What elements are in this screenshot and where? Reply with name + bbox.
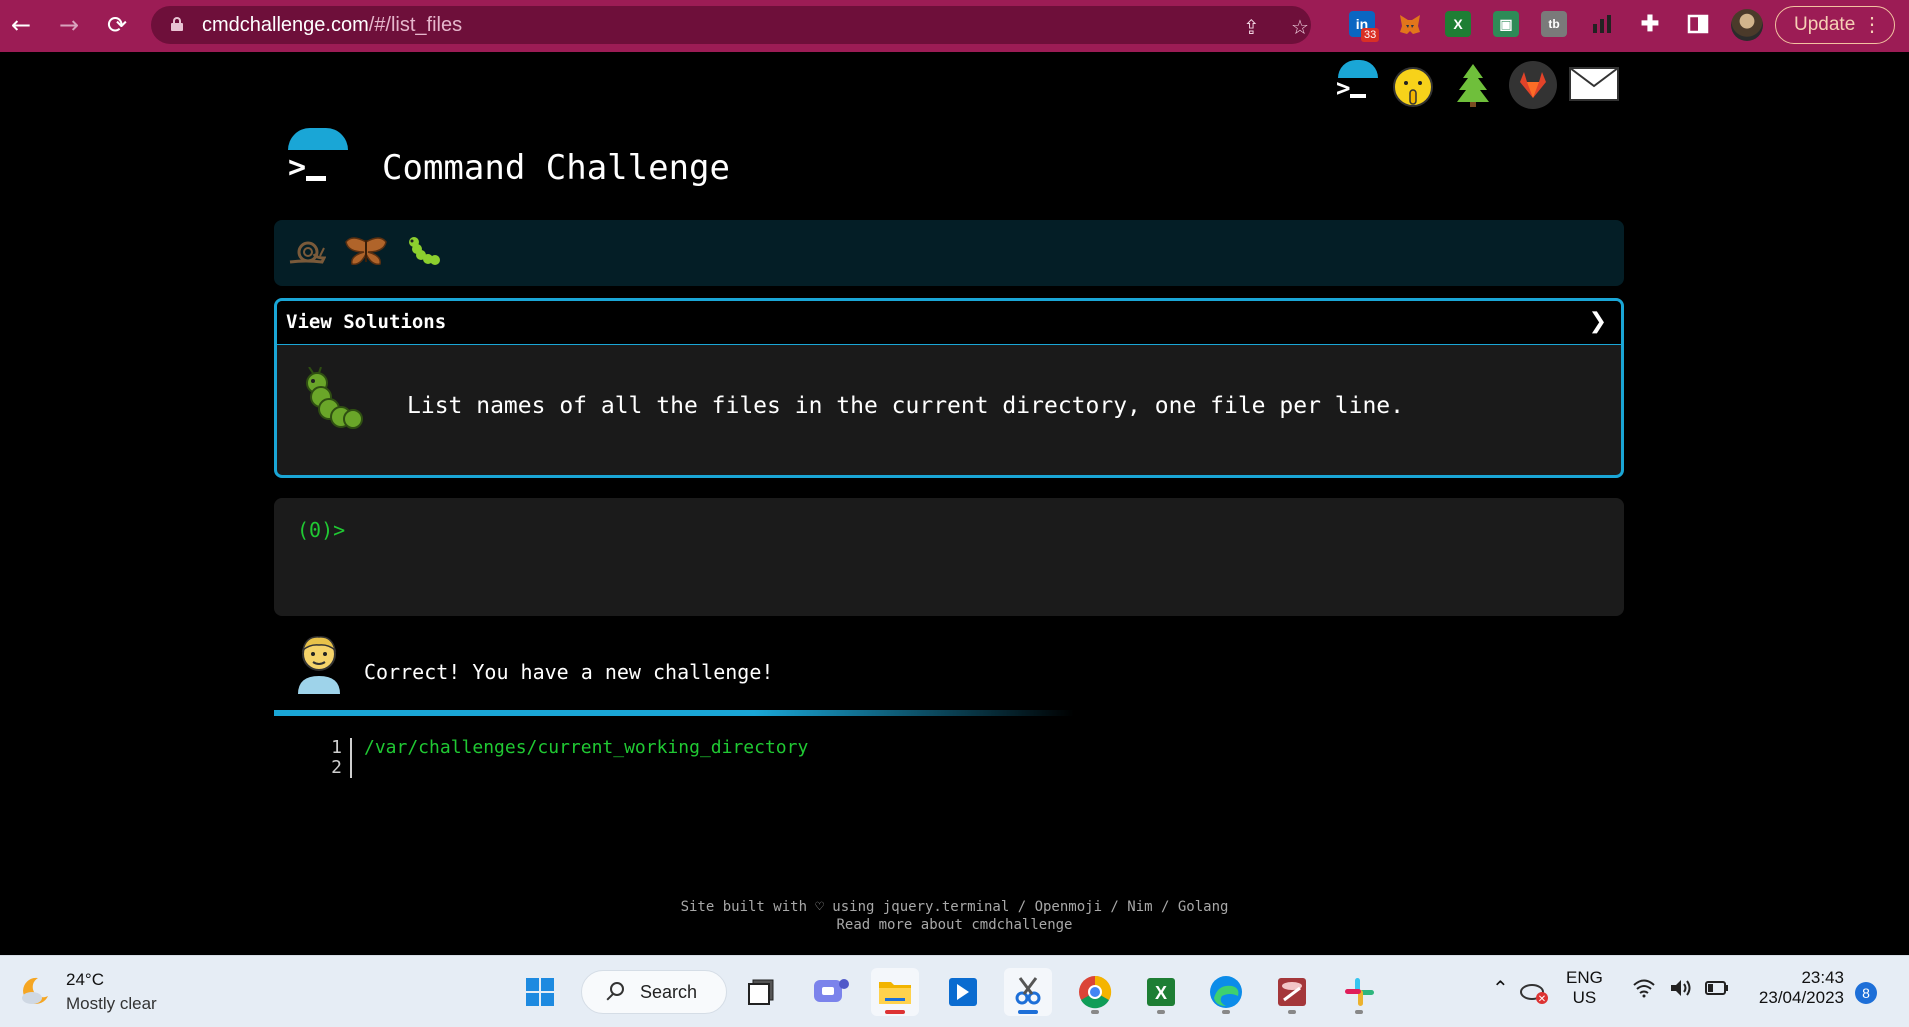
clock-time: 23:43 xyxy=(1801,968,1844,987)
cmdchallenge-icon[interactable]: > xyxy=(1330,58,1386,108)
output-line: 1 /var/challenges/current_working_direct… xyxy=(320,737,808,758)
analytics-extension-icon[interactable] xyxy=(1589,11,1615,37)
search-label: Search xyxy=(640,982,698,1002)
site-footer: Site built with ♡ using jquery.terminal … xyxy=(0,898,1909,934)
snail-icon[interactable] xyxy=(286,234,327,276)
view-solutions-toggle[interactable]: View Solutions ❯ xyxy=(277,301,1621,345)
caterpillar-icon xyxy=(299,366,369,437)
notification-badge[interactable]: 8 xyxy=(1855,982,1877,1004)
chevron-right-icon[interactable]: ❯ xyxy=(1589,309,1607,334)
back-icon[interactable]: ← xyxy=(6,10,36,40)
task-view-icon[interactable] xyxy=(739,968,787,1016)
brand-title[interactable]: Command Challenge xyxy=(382,148,730,188)
level-progress-bar xyxy=(274,220,1624,286)
page-content: > > Command Challenge View Solutions ❯ L… xyxy=(0,52,1909,955)
butterfly-icon[interactable] xyxy=(344,234,388,276)
excel-icon[interactable]: X xyxy=(1137,968,1185,1016)
sheet-extension-icon[interactable]: ▣ xyxy=(1493,11,1519,37)
person-icon xyxy=(294,632,344,694)
excel-extension-icon[interactable]: X xyxy=(1445,11,1471,37)
weather-condition[interactable]: Mostly clear xyxy=(66,994,157,1014)
tb-extension-icon[interactable]: tb xyxy=(1541,11,1567,37)
snipping-tool-icon[interactable] xyxy=(1004,968,1052,1016)
teams-chat-icon[interactable] xyxy=(806,968,854,1016)
edge-icon[interactable] xyxy=(1202,968,1250,1016)
metamask-extension-icon[interactable] xyxy=(1397,11,1423,37)
input-language[interactable]: ENG US xyxy=(1566,968,1603,1008)
clock-date: 23/04/2023 xyxy=(1758,988,1844,1007)
address-bar[interactable]: cmdchallenge.com/#/list_files ⇪ ☆ xyxy=(151,6,1311,44)
lock-icon[interactable] xyxy=(171,17,183,31)
svg-text:✕: ✕ xyxy=(1538,994,1546,1005)
browser-toolbar: ← → ⟳ cmdchallenge.com/#/list_files ⇪ ☆ … xyxy=(0,0,1909,52)
challenge-body: List names of all the files in the curre… xyxy=(277,345,1621,475)
tree-icon[interactable] xyxy=(1453,62,1493,112)
windows-taskbar: 24°C Mostly clear Search X ⌃ ✕ ENG US 23… xyxy=(0,955,1909,1027)
line-number: 2 xyxy=(331,757,342,778)
challenge-description: List names of all the files in the curre… xyxy=(407,393,1404,419)
side-panel-icon[interactable] xyxy=(1685,11,1711,37)
footer-read-more-link[interactable]: Read more about cmdchallenge xyxy=(0,916,1909,934)
output-line: 2 xyxy=(320,757,352,778)
view-solutions-label[interactable]: View Solutions xyxy=(286,311,446,333)
feedback-message: Correct! You have a new challenge! xyxy=(274,632,1624,712)
chrome-icon[interactable] xyxy=(1071,968,1119,1016)
reload-icon[interactable]: ⟳ xyxy=(102,10,132,40)
clock[interactable]: 23:43 23/04/2023 xyxy=(1740,968,1844,1008)
progress-line xyxy=(274,710,1074,716)
update-button[interactable]: Update ⋮ xyxy=(1775,6,1895,44)
weather-temperature[interactable]: 24°C xyxy=(66,970,104,990)
volume-icon[interactable] xyxy=(1668,976,1692,1005)
svg-text:X: X xyxy=(1155,983,1167,1003)
start-button[interactable] xyxy=(516,968,564,1016)
share-icon[interactable]: ⇪ xyxy=(1243,15,1260,39)
search-icon xyxy=(610,982,624,996)
wifi-icon[interactable] xyxy=(1632,976,1656,1006)
access-icon[interactable] xyxy=(1268,968,1316,1016)
url-text[interactable]: cmdchallenge.com/#/list_files xyxy=(202,6,462,44)
menu-dots-icon[interactable]: ⋮ xyxy=(1862,7,1882,43)
challenge-panel: View Solutions ❯ List names of all the f… xyxy=(274,298,1624,478)
profile-avatar[interactable] xyxy=(1731,9,1763,41)
forward-icon[interactable]: → xyxy=(54,10,84,40)
puzzle-extensions-icon[interactable]: ✚ xyxy=(1637,11,1663,37)
file-explorer-icon[interactable] xyxy=(871,968,919,1016)
terminal-prompt: (0)> xyxy=(297,518,346,542)
powerautomate-icon[interactable] xyxy=(939,968,987,1016)
slack-icon[interactable] xyxy=(1335,968,1383,1016)
taskbar-search[interactable]: Search xyxy=(581,970,727,1014)
line-number: 1 xyxy=(331,737,342,758)
chevron-up-icon[interactable]: ⌃ xyxy=(1492,976,1509,1001)
brand-logo-icon[interactable]: > xyxy=(286,128,350,192)
shushing-face-icon[interactable] xyxy=(1390,64,1436,114)
caterpillar-icon[interactable] xyxy=(406,234,442,276)
mail-icon[interactable] xyxy=(1568,66,1620,106)
battery-icon[interactable] xyxy=(1704,976,1730,1005)
terminal-output: 1 /var/challenges/current_working_direct… xyxy=(320,737,808,778)
output-text: /var/challenges/current_working_director… xyxy=(364,737,809,758)
moon-cloud-icon[interactable] xyxy=(18,974,52,1008)
footer-credits[interactable]: Site built with ♡ using jquery.terminal … xyxy=(0,898,1909,916)
extension-badge: 33 xyxy=(1361,28,1380,42)
feedback-text: Correct! You have a new challenge! xyxy=(364,660,774,684)
gitlab-icon[interactable] xyxy=(1508,60,1558,114)
terminal-input[interactable]: (0)> xyxy=(274,498,1624,616)
star-icon[interactable]: ☆ xyxy=(1291,15,1309,39)
onedrive-error-icon[interactable]: ✕ xyxy=(1514,972,1554,1012)
